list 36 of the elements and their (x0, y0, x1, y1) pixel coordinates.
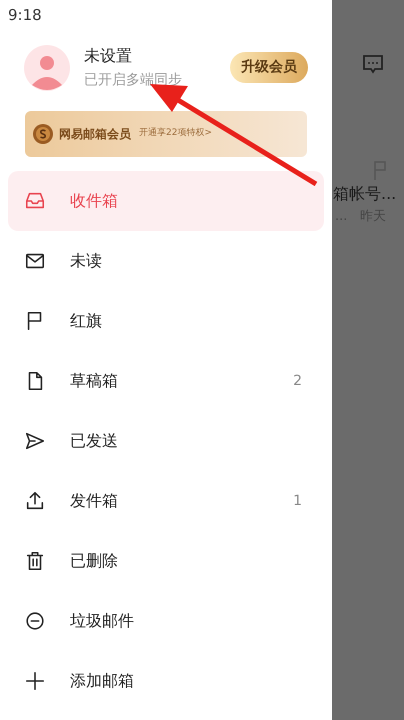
folder-label: 红旗 (70, 310, 103, 332)
folder-label: 添加邮箱 (70, 670, 135, 692)
mail-preview: ... (335, 208, 348, 226)
folder-item[interactable]: 草稿箱 2 (8, 351, 324, 411)
vip-offer: 开通享22项特权> (139, 127, 212, 140)
folder-label: 垃圾邮件 (70, 610, 135, 632)
folder-item[interactable]: 发件箱 1 (8, 471, 324, 531)
chat-icon (362, 54, 384, 75)
upgrade-button[interactable]: 升级会员 (230, 52, 308, 83)
folder-item[interactable]: 已删除 (8, 531, 324, 591)
folder-count: 2 (293, 372, 302, 390)
folder-item[interactable]: 红旗 (8, 291, 324, 351)
send-icon (24, 430, 46, 452)
folder-item[interactable]: 垃圾邮件 (8, 591, 324, 651)
folder-item[interactable]: 未读 (8, 231, 324, 291)
folder-count: 1 (293, 492, 302, 510)
upload-icon (24, 490, 46, 512)
folder-item[interactable]: 已发送 (8, 411, 324, 471)
folder-label: 已删除 (70, 550, 119, 572)
folder-item[interactable]: 添加邮箱 (8, 651, 324, 711)
folder-label: 未读 (70, 250, 103, 272)
vip-title: 网易邮箱会员 (59, 126, 131, 143)
avatar-icon (24, 44, 70, 90)
sync-status: 已开启多端同步 (84, 71, 183, 90)
status-time: 9:18 (8, 4, 42, 26)
profile-name: 未设置 (84, 45, 133, 67)
mail-subject: 箱帐号... (333, 183, 396, 205)
trash-icon (24, 550, 46, 572)
vip-banner[interactable]: 网易邮箱会员 开通享22项特权> (25, 111, 307, 157)
folder-label: 草稿箱 (70, 370, 119, 392)
folder-label: 收件箱 (70, 190, 119, 212)
folder-label: 已发送 (70, 430, 119, 452)
plus-icon (24, 670, 46, 692)
coin-icon (33, 124, 53, 144)
minus-circle-icon (24, 610, 46, 632)
folder-label: 发件箱 (70, 490, 119, 512)
